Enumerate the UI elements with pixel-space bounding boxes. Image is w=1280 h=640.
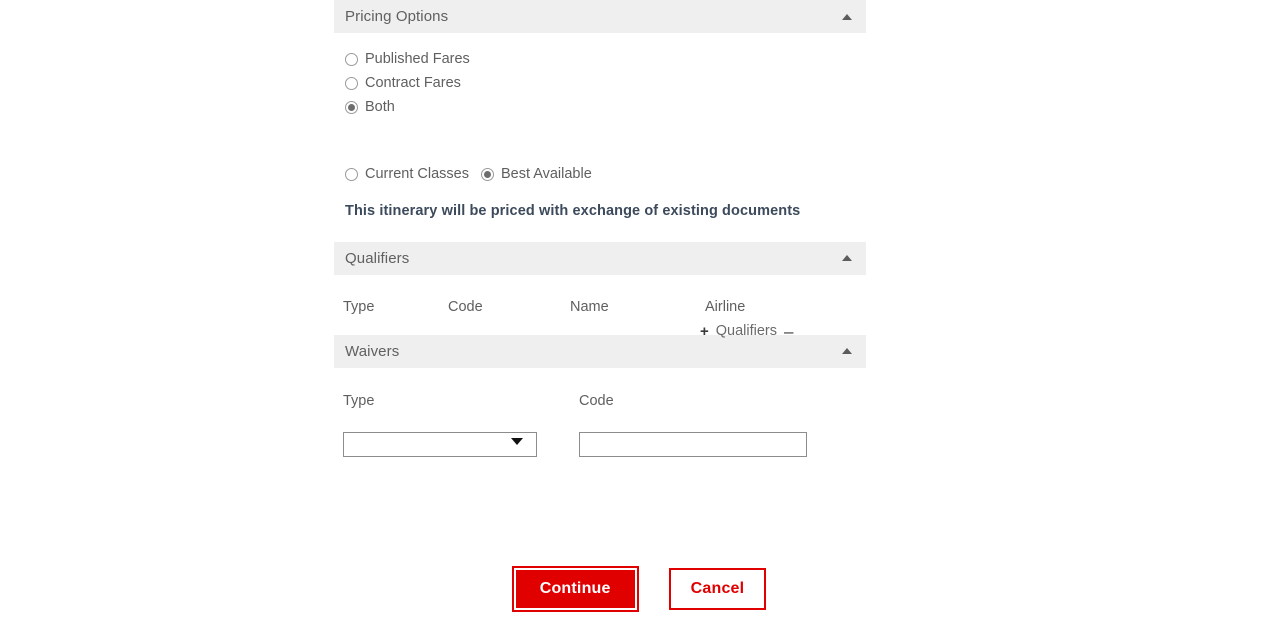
radio-icon-best-available[interactable] xyxy=(480,167,494,181)
section-header-pricing-options[interactable]: Pricing Options xyxy=(334,0,866,33)
field-label-waiver-code: Code xyxy=(579,392,614,409)
class-type-radio-group: Current Classes Best Available xyxy=(334,119,866,186)
radio-icon-published-fares[interactable] xyxy=(345,52,358,66)
radio-option-current-classes[interactable]: Current Classes xyxy=(345,167,469,182)
exchange-notice-text: This itinerary will be priced with excha… xyxy=(345,203,801,219)
section-title-waivers: Waivers xyxy=(345,342,400,360)
radio-option-both[interactable]: Both xyxy=(345,95,866,119)
qualifiers-table: Type Code Name Airline + Qualifiers – xyxy=(334,279,866,340)
qualifiers-row-actions: + Qualifiers – xyxy=(700,323,793,340)
radio-label-both: Both xyxy=(365,98,395,115)
column-header-airline: Airline xyxy=(705,298,746,315)
radio-option-best-available[interactable]: Best Available xyxy=(480,165,592,182)
column-header-name: Name xyxy=(570,298,609,315)
section-title-qualifiers: Qualifiers xyxy=(345,249,410,267)
radio-label-published-fares: Published Fares xyxy=(365,50,470,67)
continue-button[interactable]: Continue xyxy=(511,566,639,612)
pricing-form: Pricing Options Published Fares Contract… xyxy=(334,0,866,488)
column-header-code: Code xyxy=(448,298,483,315)
form-actions: Continue Cancel xyxy=(0,566,1280,612)
caret-up-icon[interactable] xyxy=(842,255,852,262)
section-header-qualifiers[interactable]: Qualifiers xyxy=(334,241,866,275)
qualifiers-action-label[interactable]: Qualifiers xyxy=(716,323,777,339)
radio-option-published-fares[interactable]: Published Fares xyxy=(345,47,866,71)
waivers-form: Type Code xyxy=(334,368,866,488)
column-header-type: Type xyxy=(343,298,375,315)
radio-icon-both[interactable] xyxy=(345,100,358,114)
radio-icon-current-classes[interactable] xyxy=(345,167,358,181)
fare-type-radio-group: Published Fares Contract Fares Both xyxy=(334,33,866,119)
radio-label-current-classes: Current Classes xyxy=(365,165,469,182)
waiver-type-select[interactable] xyxy=(343,431,537,457)
field-label-waiver-type: Type xyxy=(343,392,375,409)
radio-icon-contract-fares[interactable] xyxy=(345,76,358,90)
remove-qualifier-icon[interactable]: – xyxy=(784,323,793,340)
section-title-pricing-options: Pricing Options xyxy=(345,8,449,25)
waiver-code-input[interactable] xyxy=(579,431,807,457)
caret-up-icon[interactable] xyxy=(842,348,852,355)
radio-label-best-available: Best Available xyxy=(500,165,592,182)
add-qualifier-icon[interactable]: + xyxy=(700,324,709,339)
radio-option-contract-fares[interactable]: Contract Fares xyxy=(345,71,866,95)
radio-label-contract-fares: Contract Fares xyxy=(365,74,461,91)
cancel-button[interactable]: Cancel xyxy=(668,568,767,610)
caret-up-icon[interactable] xyxy=(842,13,852,20)
